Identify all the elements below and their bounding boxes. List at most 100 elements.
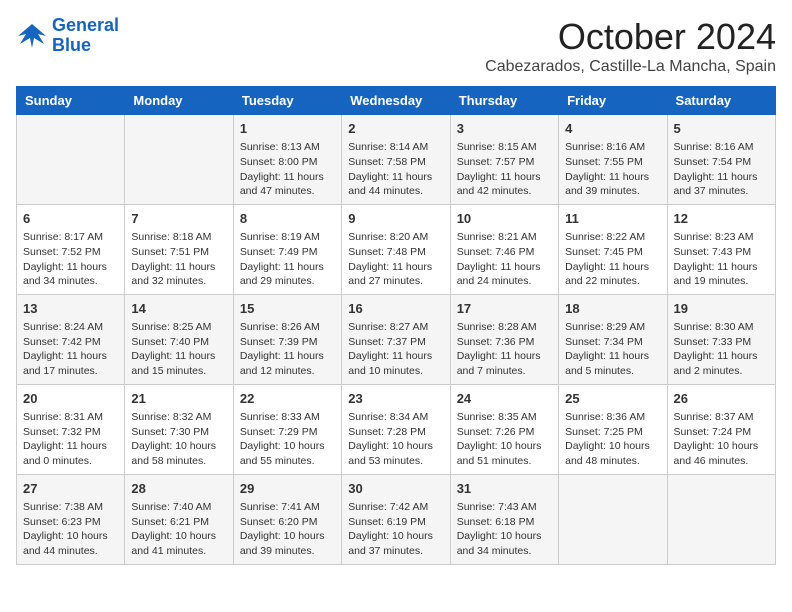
day-number: 26 — [674, 390, 769, 408]
calendar-cell: 26 Sunrise: 8:37 AMSunset: 7:24 PMDayligh… — [667, 384, 775, 474]
day-number: 20 — [23, 390, 118, 408]
day-info: Sunrise: 8:31 AMSunset: 7:32 PMDaylight:… — [23, 410, 118, 469]
day-number: 15 — [240, 300, 335, 318]
day-number: 30 — [348, 480, 443, 498]
day-info: Sunrise: 8:19 AMSunset: 7:49 PMDaylight:… — [240, 230, 335, 289]
day-info: Sunrise: 8:36 AMSunset: 7:25 PMDaylight:… — [565, 410, 660, 469]
day-info: Sunrise: 7:43 AMSunset: 6:18 PMDaylight:… — [457, 500, 552, 559]
day-info: Sunrise: 8:14 AMSunset: 7:58 PMDaylight:… — [348, 140, 443, 199]
column-header-friday: Friday — [559, 87, 667, 115]
calendar-cell: 25Sunrise: 8:36 AMSunset: 7:25 PMDayligh… — [559, 384, 667, 474]
calendar-table: SundayMondayTuesdayWednesdayThursdayFrid… — [16, 86, 776, 565]
day-number: 6 — [23, 210, 118, 228]
calendar-cell: 2Sunrise: 8:14 AMSunset: 7:58 PMDaylight… — [342, 115, 450, 205]
calendar-cell: 21 Sunrise: 8:32 AMSunset: 7:30 PMDayligh… — [125, 384, 233, 474]
day-number: 27 — [23, 480, 118, 498]
day-number: 28 — [131, 480, 226, 498]
column-header-sunday: Sunday — [17, 87, 125, 115]
day-info: Sunrise: 8:32 AMSunset: 7:30 PMDaylight:… — [131, 410, 226, 469]
calendar-cell: 27 Sunrise: 7:38 AMSunset: 6:23 PMDayligh… — [17, 474, 125, 564]
day-number: 10 — [457, 210, 552, 228]
day-number: 13 — [23, 300, 118, 318]
day-info: Sunrise: 8:13 AMSunset: 8:00 PMDaylight:… — [240, 140, 335, 199]
calendar-cell: 20 Sunrise: 8:31 AMSunset: 7:32 PMDayligh… — [17, 384, 125, 474]
calendar-cell: 24Sunrise: 8:35 AMSunset: 7:26 PMDayligh… — [450, 384, 558, 474]
column-header-wednesday: Wednesday — [342, 87, 450, 115]
day-number: 22 — [240, 390, 335, 408]
day-info: Sunrise: 8:24 AMSunset: 7:42 PMDaylight:… — [23, 320, 118, 379]
column-header-monday: Monday — [125, 87, 233, 115]
title-area: October 2024 Cabezarados, Castille-La Ma… — [485, 16, 776, 76]
day-number: 18 — [565, 300, 660, 318]
day-number: 21 — [131, 390, 226, 408]
calendar-cell — [559, 474, 667, 564]
calendar-cell: 30 Sunrise: 7:42 AMSunset: 6:19 PMDayligh… — [342, 474, 450, 564]
day-number: 9 — [348, 210, 443, 228]
day-info: Sunrise: 7:38 AMSunset: 6:23 PMDaylight:… — [23, 500, 118, 559]
calendar-cell: 9 Sunrise: 8:20 AMSunset: 7:48 PMDaylight… — [342, 204, 450, 294]
calendar-cell: 7 Sunrise: 8:18 AMSunset: 7:51 PMDaylight… — [125, 204, 233, 294]
logo: General Blue — [16, 16, 119, 56]
location-title: Cabezarados, Castille-La Mancha, Spain — [485, 58, 776, 76]
calendar-cell: 29 Sunrise: 7:41 AMSunset: 6:20 PMDayligh… — [233, 474, 341, 564]
week-row-3: 13 Sunrise: 8:24 AMSunset: 7:42 PMDayligh… — [17, 294, 776, 384]
day-number: 7 — [131, 210, 226, 228]
day-number: 29 — [240, 480, 335, 498]
calendar-cell: 19 Sunrise: 8:30 AMSunset: 7:33 PMDayligh… — [667, 294, 775, 384]
day-info: Sunrise: 7:42 AMSunset: 6:19 PMDaylight:… — [348, 500, 443, 559]
day-info: Sunrise: 8:33 AMSunset: 7:29 PMDaylight:… — [240, 410, 335, 469]
calendar-cell: 13 Sunrise: 8:24 AMSunset: 7:42 PMDayligh… — [17, 294, 125, 384]
calendar-cell: 22 Sunrise: 8:33 AMSunset: 7:29 PMDayligh… — [233, 384, 341, 474]
week-row-5: 27 Sunrise: 7:38 AMSunset: 6:23 PMDayligh… — [17, 474, 776, 564]
column-header-tuesday: Tuesday — [233, 87, 341, 115]
day-number: 19 — [674, 300, 769, 318]
day-number: 1 — [240, 120, 335, 138]
week-row-2: 6 Sunrise: 8:17 AMSunset: 7:52 PMDaylight… — [17, 204, 776, 294]
day-info: Sunrise: 8:29 AMSunset: 7:34 PMDaylight:… — [565, 320, 660, 379]
day-number: 4 — [565, 120, 660, 138]
day-info: Sunrise: 8:20 AMSunset: 7:48 PMDaylight:… — [348, 230, 443, 289]
week-row-4: 20 Sunrise: 8:31 AMSunset: 7:32 PMDayligh… — [17, 384, 776, 474]
day-info: Sunrise: 8:30 AMSunset: 7:33 PMDaylight:… — [674, 320, 769, 379]
day-info: Sunrise: 8:16 AMSunset: 7:54 PMDaylight:… — [674, 140, 769, 199]
day-info: Sunrise: 8:16 AMSunset: 7:55 PMDaylight:… — [565, 140, 660, 199]
calendar-cell — [17, 115, 125, 205]
calendar-cell: 17Sunrise: 8:28 AMSunset: 7:36 PMDayligh… — [450, 294, 558, 384]
day-number: 11 — [565, 210, 660, 228]
calendar-cell: 6 Sunrise: 8:17 AMSunset: 7:52 PMDaylight… — [17, 204, 125, 294]
day-number: 31 — [457, 480, 552, 498]
calendar-cell: 5Sunrise: 8:16 AMSunset: 7:54 PMDaylight… — [667, 115, 775, 205]
calendar-cell — [125, 115, 233, 205]
calendar-cell — [667, 474, 775, 564]
week-row-1: 1 Sunrise: 8:13 AMSunset: 8:00 PMDaylight… — [17, 115, 776, 205]
calendar-cell: 10Sunrise: 8:21 AMSunset: 7:46 PMDayligh… — [450, 204, 558, 294]
day-info: Sunrise: 8:18 AMSunset: 7:51 PMDaylight:… — [131, 230, 226, 289]
calendar-cell: 4 Sunrise: 8:16 AMSunset: 7:55 PMDaylight… — [559, 115, 667, 205]
calendar-cell: 14Sunrise: 8:25 AMSunset: 7:40 PMDayligh… — [125, 294, 233, 384]
logo-icon — [16, 22, 48, 50]
day-info: Sunrise: 8:15 AMSunset: 7:57 PMDaylight:… — [457, 140, 552, 199]
page-header: General Blue October 2024 Cabezarados, C… — [16, 16, 776, 76]
day-info: Sunrise: 8:17 AMSunset: 7:52 PMDaylight:… — [23, 230, 118, 289]
day-info: Sunrise: 8:23 AMSunset: 7:43 PMDaylight:… — [674, 230, 769, 289]
day-info: Sunrise: 8:26 AMSunset: 7:39 PMDaylight:… — [240, 320, 335, 379]
day-info: Sunrise: 8:37 AMSunset: 7:24 PMDaylight:… — [674, 410, 769, 469]
day-info: Sunrise: 7:40 AMSunset: 6:21 PMDaylight:… — [131, 500, 226, 559]
column-header-saturday: Saturday — [667, 87, 775, 115]
day-number: 16 — [348, 300, 443, 318]
calendar-cell: 12 Sunrise: 8:23 AMSunset: 7:43 PMDayligh… — [667, 204, 775, 294]
column-header-thursday: Thursday — [450, 87, 558, 115]
day-number: 3 — [457, 120, 552, 138]
day-info: Sunrise: 8:25 AMSunset: 7:40 PMDaylight:… — [131, 320, 226, 379]
calendar-cell: 31 Sunrise: 7:43 AMSunset: 6:18 PMDayligh… — [450, 474, 558, 564]
calendar-cell: 8 Sunrise: 8:19 AMSunset: 7:49 PMDaylight… — [233, 204, 341, 294]
day-info: Sunrise: 8:28 AMSunset: 7:36 PMDaylight:… — [457, 320, 552, 379]
calendar-cell: 3 Sunrise: 8:15 AMSunset: 7:57 PMDaylight… — [450, 115, 558, 205]
calendar-cell: 28 Sunrise: 7:40 AMSunset: 6:21 PMDayligh… — [125, 474, 233, 564]
month-title: October 2024 — [485, 16, 776, 58]
day-number: 12 — [674, 210, 769, 228]
calendar-header-row: SundayMondayTuesdayWednesdayThursdayFrid… — [17, 87, 776, 115]
day-number: 8 — [240, 210, 335, 228]
day-info: Sunrise: 7:41 AMSunset: 6:20 PMDaylight:… — [240, 500, 335, 559]
day-info: Sunrise: 8:22 AMSunset: 7:45 PMDaylight:… — [565, 230, 660, 289]
